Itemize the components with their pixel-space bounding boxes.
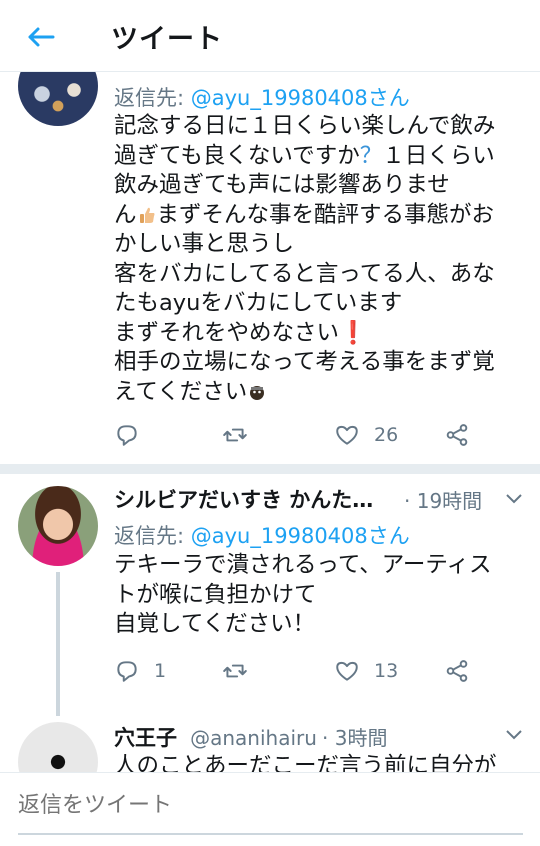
tweet-line: 飲み過ぎても声には影響ありませ — [114, 172, 450, 198]
tweet-line: 過ぎても良くないですか？１日くらい — [114, 142, 495, 169]
share-button[interactable] — [444, 658, 470, 684]
reply-to-label: 返信先: @ayu_19980408さん — [114, 524, 410, 548]
tweet-line: 相手の立場になって考える事をまず覚 — [114, 349, 495, 375]
avatar[interactable] — [18, 486, 98, 566]
tweet-line: かしい事と思うし — [114, 231, 295, 257]
like-button[interactable]: 26 — [334, 422, 398, 448]
exclamation-emoji-icon: ❗ — [339, 319, 368, 346]
tweet-line: まずそれをやめなさい❗ — [114, 319, 368, 346]
reply-to-handle[interactable]: @ayu_19980408さん — [191, 524, 410, 548]
heart-icon — [336, 425, 358, 445]
share-button[interactable] — [444, 422, 470, 448]
reply-input[interactable] — [18, 793, 523, 818]
share-icon — [446, 660, 468, 682]
author-name[interactable]: シルビアだいすき かんた… — [114, 484, 373, 514]
question-emoji-icon: ？ — [359, 142, 383, 169]
back-button[interactable] — [26, 22, 56, 52]
chevron-down-icon[interactable] — [503, 724, 525, 746]
like-button[interactable]: 13 — [334, 658, 398, 684]
tweet-line: んまずそんな事を酷評する事態がお — [114, 201, 495, 228]
page-title: ツイート — [111, 24, 223, 55]
like-count: 26 — [374, 424, 399, 446]
tweet-line: たもayuをバカにしています — [114, 290, 403, 316]
tweet-actions: 26 — [114, 422, 534, 452]
like-count: 13 — [374, 660, 399, 682]
tweet-line: えてください — [114, 378, 495, 408]
reply-button[interactable]: 1 — [114, 658, 166, 684]
tweet-line: 客をバカにしてると言ってる人、あな — [114, 260, 495, 287]
reply-to-handle[interactable]: @ayu_19980408さん — [191, 86, 410, 110]
chevron-down-icon[interactable] — [503, 488, 525, 510]
reply-count: 1 — [154, 660, 167, 682]
share-icon — [446, 424, 468, 446]
thread-line — [56, 572, 60, 716]
author-handle[interactable]: @ananihairu — [190, 726, 317, 750]
retweet-button[interactable] — [222, 658, 248, 684]
reply-icon — [117, 661, 137, 682]
tweet-line: 記念する日に１日くらい楽しんで飲み — [114, 113, 496, 139]
tweet-divider — [0, 464, 540, 474]
tweet-time[interactable]: · 3時間 — [322, 726, 387, 750]
tweet-line: テキーラで潰されるって、アーティス — [114, 552, 492, 578]
tweet-line: 自覚してください！ — [114, 611, 316, 637]
face-emoji-icon — [250, 385, 265, 400]
tweet-text: テキーラで潰されるって、アーティス トが喉に負担かけて 自覚してください！ — [114, 551, 492, 640]
reply-icon — [117, 425, 137, 446]
reply-button[interactable] — [114, 422, 140, 448]
retweet-icon — [223, 664, 247, 678]
retweet-button[interactable] — [222, 422, 248, 448]
author-name[interactable]: 穴王子 — [114, 726, 177, 750]
tweet-text: 記念する日に１日くらい楽しんで飲み 過ぎても良くないですか？１日くらい 飲み過ぎ… — [114, 112, 495, 407]
tweet-actions: 1 13 — [114, 658, 534, 688]
author-line: 穴王子 @ananihairu · 3時間 — [114, 722, 387, 752]
back-arrow-icon — [28, 27, 55, 47]
retweet-icon — [223, 428, 247, 442]
heart-icon — [336, 661, 358, 681]
thumbs-up-emoji-icon — [139, 207, 155, 223]
tweet-line: トが喉に負担かけて — [114, 581, 317, 608]
reply-input-underline — [18, 833, 523, 835]
top-bar: ツイート — [0, 0, 540, 72]
reply-to-label: 返信先: @ayu_19980408さん — [114, 86, 410, 110]
tweet-time[interactable]: · 19時間 — [404, 485, 482, 514]
